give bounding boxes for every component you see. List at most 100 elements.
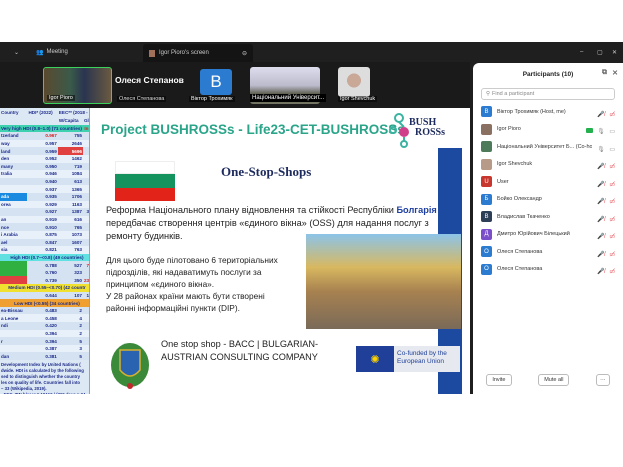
avatar: В	[481, 211, 492, 223]
participant-row[interactable]: Igor Pioro 🎙 ▭	[473, 121, 623, 139]
participant-status-icons: 🎤̸ ▭̸	[597, 260, 615, 278]
muted-mic-icon[interactable]: 🎤̸	[597, 182, 604, 188]
muted-mic-icon[interactable]: 🎤̸	[597, 252, 604, 258]
table-row: way 0.957 26461	[0, 139, 89, 148]
footnote-line: EEC, TW·h/year = 10^12 / (365 days × 24 …	[1, 392, 88, 394]
table-cell: 0.910	[45, 224, 57, 230]
table-cell: 23,3	[83, 277, 90, 283]
meeting-menu[interactable]: 👥 Meeting	[36, 49, 68, 56]
meeting-label: Meeting	[46, 48, 68, 55]
table-cell: 1	[83, 185, 89, 193]
text-line: AUSTRIAN CONSULTING COMPANY	[161, 352, 318, 362]
muted-mic-icon[interactable]: 🎤̸	[597, 269, 604, 275]
participant-row[interactable]: Б Бойко Олександр 🎤̸ ▭̸	[473, 191, 623, 209]
table-cell: 0.821	[45, 247, 57, 253]
mic-icon[interactable]: 🎙	[597, 129, 605, 135]
muted-mic-icon[interactable]: 🎤̸	[597, 217, 604, 223]
video-tile-igor-pioro[interactable]: Igor Pioro	[43, 67, 112, 104]
participant-row[interactable]: Національний Університет Б... (Co-host) 🎙…	[473, 138, 623, 156]
table-cell	[0, 276, 28, 285]
muted-mic-icon[interactable]: 🎤̸	[597, 112, 604, 118]
participant-row[interactable]: О Олеся Степанова 🎤̸ ▭̸	[473, 261, 623, 279]
band-label: High HDI (0.7–<0.8) (49 countries)	[10, 254, 84, 260]
video-off-icon[interactable]: ▭̸	[609, 252, 615, 258]
table-row: ea-Bissau 0.483 2	[0, 306, 89, 315]
table-cell: 1163	[71, 201, 82, 207]
muted-mic-icon[interactable]: 🎤̸	[597, 234, 604, 240]
share-tab-label: Igor Pioro's screen	[159, 50, 209, 56]
table-row: ael 0.847 1607	[0, 238, 89, 247]
view-options-icon[interactable]: ⊖	[242, 50, 247, 57]
table-row: tralia 0.946 10842	[0, 170, 89, 178]
video-off-icon[interactable]: ▭̸	[609, 112, 615, 118]
video-off-icon[interactable]: ▭̸	[609, 217, 615, 223]
share-tab[interactable]: Igor Pioro's screen ⊖	[143, 44, 253, 62]
maximize-button[interactable]: ▢	[597, 49, 603, 56]
participant-row[interactable]: Д Дмитро Юрійович Білецький 🎤̸ ▭̸	[473, 226, 623, 244]
avatar: Б	[481, 193, 492, 205]
participant-row[interactable]: Igor Shevchuk 🎤̸ ▭̸	[473, 156, 623, 174]
video-off-icon[interactable]: ▭̸	[609, 164, 615, 170]
tile-label: Олеся Степанова	[117, 96, 167, 102]
tile-label: Віктор Трохимяк	[189, 96, 235, 102]
video-off-icon[interactable]: ▭̸	[609, 199, 615, 205]
chevron-down-icon[interactable]: ⌄	[14, 49, 19, 56]
participant-status-icons: 🎤̸ ▭̸	[597, 225, 615, 243]
table-cell: 0.420	[45, 323, 57, 329]
video-off-icon[interactable]: ▭̸	[609, 269, 615, 275]
video-tile-viktor[interactable]: B Віктор Трохимяк	[186, 67, 246, 104]
participant-search-input[interactable]: ⚲ Find a participant	[481, 88, 615, 100]
table-header: Country HDI* (2022) EEC** (2018 -	[0, 108, 89, 117]
video-icon[interactable]: ▭	[609, 147, 615, 153]
paragraph-pilot: Для цього буде пілотовано 6 територіальн…	[106, 254, 278, 314]
table-cell: ael	[1, 239, 8, 245]
more-options-button[interactable]: ···	[596, 374, 610, 386]
muted-mic-icon[interactable]: 🎤̸	[597, 199, 604, 205]
participant-row[interactable]: U User 🎤̸ ▭̸	[473, 173, 623, 191]
muted-mic-icon[interactable]: 🎤̸	[597, 164, 604, 170]
table-row: dan 0.381 5	[0, 352, 89, 360]
avatar: О	[481, 246, 492, 258]
table-cell: 0.952	[45, 156, 57, 162]
participant-row[interactable]: В Віктор Трохимяк (Host, me) 🎤̸ ▭̸	[473, 103, 623, 121]
close-button[interactable]: ✕	[612, 49, 617, 56]
participant-status-icons: 🎙 ▭	[597, 138, 615, 156]
participant-status-icons: 🎤̸ ▭̸	[597, 103, 615, 121]
logo-text: ROSSs	[415, 127, 446, 138]
mute-all-button[interactable]: Mute all	[538, 374, 570, 386]
table-cell: 1084	[71, 171, 82, 177]
minimize-button[interactable]: –	[580, 49, 583, 55]
close-icon[interactable]: ✕	[612, 69, 618, 77]
table-cell: 5	[83, 201, 89, 209]
table-cell: 0.394	[45, 330, 57, 336]
avatar: В	[481, 106, 492, 118]
video-tile-olesia[interactable]: Олеся Степанова Олеся Степанова	[114, 67, 184, 104]
table-cell: 0.950	[45, 163, 57, 169]
table-cell: 323	[74, 270, 82, 276]
screen-share-icon	[585, 128, 593, 134]
video-tile-shevchuk[interactable]: Igor Shevchuk	[338, 67, 378, 104]
pop-out-icon[interactable]: ⧉	[602, 69, 607, 77]
video-off-icon[interactable]: ▭̸	[609, 234, 615, 240]
table-row: 0.940 6133	[0, 177, 89, 186]
table-cell: 1387	[71, 209, 82, 215]
text-line: принципом «єдиного вікна».	[106, 279, 215, 289]
avatar: B	[200, 69, 232, 95]
participant-row[interactable]: О Олеся Степанова 🎤̸ ▭̸	[473, 243, 623, 261]
avatar	[481, 141, 492, 153]
video-icon[interactable]: ▭	[609, 129, 615, 135]
band-label: Medium HDI (0.55–<0.70) (42 countr	[8, 285, 86, 291]
table-cell: 1607	[71, 239, 82, 245]
people-icon: 👥	[36, 49, 44, 56]
table-cell: 0.739	[45, 277, 57, 283]
table-cell: 527	[74, 262, 82, 268]
table-cell: 5696	[57, 147, 83, 155]
column-header: Country	[1, 110, 19, 115]
table-cell: 5	[79, 353, 82, 359]
mic-icon[interactable]: 🎙	[597, 147, 605, 153]
video-tile-university[interactable]: Національний Університ...	[250, 67, 336, 104]
table-cell: 0.847	[45, 239, 57, 245]
video-off-icon[interactable]: ▭̸	[609, 182, 615, 188]
participant-row[interactable]: В Владислав Ткаченко 🎤̸ ▭̸	[473, 208, 623, 226]
invite-button[interactable]: Invite	[486, 374, 512, 386]
